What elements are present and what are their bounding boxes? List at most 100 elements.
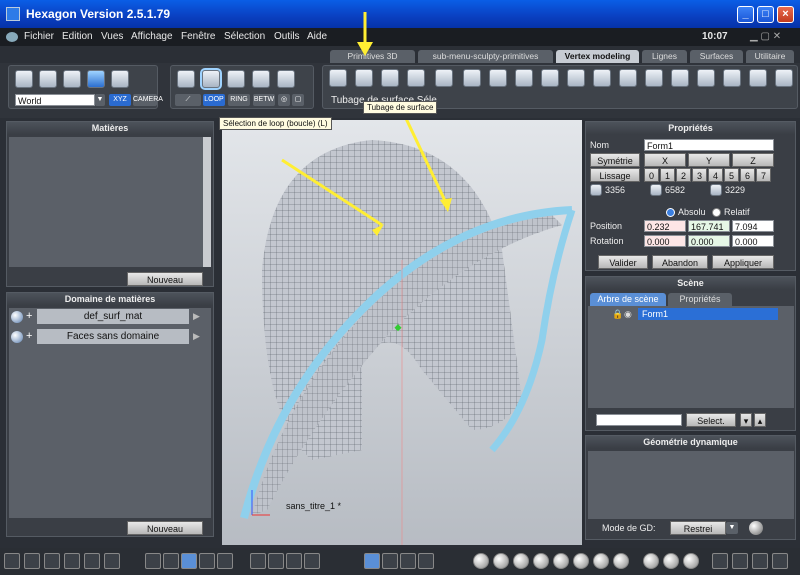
tool-10-icon[interactable] <box>567 69 585 87</box>
validate-button[interactable]: Valider <box>598 255 648 269</box>
rotation-x[interactable]: 0.000 <box>644 235 686 247</box>
gd-mode-select[interactable]: Restrei <box>670 521 726 535</box>
menu-affichage[interactable]: Affichage <box>131 31 173 42</box>
tool-3-icon[interactable] <box>381 69 399 87</box>
layout-1-icon[interactable] <box>4 553 20 569</box>
tool-4-icon[interactable] <box>407 69 425 87</box>
axis-z-button[interactable]: Z <box>732 153 774 167</box>
gd-sphere-icon[interactable] <box>749 521 763 535</box>
axis-y-button[interactable]: Y <box>688 153 730 167</box>
smooth-level-7[interactable]: 7 <box>756 168 771 182</box>
scene-up-icon[interactable]: ▴ <box>754 413 766 427</box>
3d-viewport[interactable]: Sélection de loop (boucle) (L) sans_titr… <box>219 109 582 545</box>
render-2-icon[interactable] <box>732 553 748 569</box>
chevron-down-icon[interactable]: ▼ <box>95 94 105 106</box>
smooth-level-5[interactable]: 5 <box>724 168 739 182</box>
minimize-button[interactable]: _ <box>737 6 754 23</box>
wire-icon[interactable] <box>217 553 233 569</box>
select-vertex-icon[interactable] <box>252 70 270 88</box>
shading-6-icon[interactable] <box>573 553 589 569</box>
layout-3-icon[interactable] <box>44 553 60 569</box>
tool-13-icon[interactable] <box>645 69 663 87</box>
tool-18-icon[interactable] <box>775 69 793 87</box>
shading-7-icon[interactable] <box>593 553 609 569</box>
name-field[interactable]: Form1 <box>644 139 774 151</box>
light-1-icon[interactable] <box>643 553 659 569</box>
grow-select-icon[interactable]: ◎ <box>278 94 290 106</box>
tool-17-icon[interactable] <box>749 69 767 87</box>
zoom-icon[interactable] <box>304 553 320 569</box>
menu-vues[interactable]: Vues <box>101 31 123 42</box>
domain-arrow-icon[interactable]: ▶ <box>193 331 200 342</box>
scene-item-form1[interactable]: Form1 <box>638 308 778 320</box>
lock-icon[interactable]: 🔒 <box>612 309 623 319</box>
tab-surfaces[interactable]: Surfaces <box>690 50 743 63</box>
pan-icon[interactable] <box>286 553 302 569</box>
shading-4-icon[interactable] <box>533 553 549 569</box>
render-1-icon[interactable] <box>712 553 728 569</box>
materials-new-button[interactable]: Nouveau <box>127 272 203 286</box>
position-y[interactable]: 167.741 <box>688 220 730 232</box>
position-z[interactable]: 7.094 <box>732 220 774 232</box>
grid-toggle-icon[interactable] <box>181 553 197 569</box>
shading-5-icon[interactable] <box>553 553 569 569</box>
window-controls[interactable]: ▁ ▢ ✕ <box>750 31 781 42</box>
snap-icon[interactable] <box>163 553 179 569</box>
shading-8-icon[interactable] <box>613 553 629 569</box>
menu-outils[interactable]: Outils <box>274 31 300 42</box>
shading-2-icon[interactable] <box>493 553 509 569</box>
domain-arrow-icon[interactable]: ▶ <box>193 311 200 322</box>
view-icon[interactable] <box>199 553 215 569</box>
rotate-icon[interactable] <box>39 70 57 88</box>
menu-edition[interactable]: Edition <box>62 31 93 42</box>
render-4-icon[interactable] <box>772 553 788 569</box>
smooth-level-3[interactable]: 3 <box>692 168 707 182</box>
tool-1-icon[interactable] <box>329 69 347 87</box>
smooth-level-6[interactable]: 6 <box>740 168 755 182</box>
tab-scene-properties[interactable]: Propriétés <box>668 293 732 306</box>
light-2-icon[interactable] <box>663 553 679 569</box>
ring-button[interactable]: RING <box>228 94 250 106</box>
domain-row-def-surf-mat[interactable]: def_surf_mat <box>37 309 189 324</box>
axis-x-button[interactable]: X <box>644 153 686 167</box>
between-button[interactable]: BETW <box>253 94 275 106</box>
rotation-y[interactable]: 0.000 <box>688 235 730 247</box>
app-menu-icon[interactable] <box>6 32 18 42</box>
tool-11-icon[interactable] <box>593 69 611 87</box>
menu-aide[interactable]: Aide <box>307 31 327 42</box>
domain-expand-icon[interactable]: + <box>26 310 32 322</box>
loop-button[interactable]: LOOP <box>203 94 225 106</box>
apply-button[interactable]: Appliquer <box>712 255 774 269</box>
select-edge-icon[interactable] <box>227 70 245 88</box>
paint-select-icon[interactable]: ⟋ <box>175 94 201 106</box>
domain-row-faces-sans-domaine[interactable]: Faces sans domaine <box>37 329 189 344</box>
materials-scrollbar[interactable] <box>203 137 211 267</box>
tool-9-icon[interactable] <box>541 69 559 87</box>
axis-widget-icon[interactable] <box>364 553 380 569</box>
menu-fichier[interactable]: Fichier <box>24 31 54 42</box>
select-object-icon[interactable] <box>177 70 195 88</box>
tool-12-icon[interactable] <box>619 69 637 87</box>
target-icon[interactable] <box>268 553 284 569</box>
ghost-icon[interactable] <box>111 70 129 88</box>
tool-7-icon[interactable] <box>489 69 507 87</box>
tool-8-icon[interactable] <box>515 69 533 87</box>
coord-system-select[interactable]: World <box>15 94 95 106</box>
layout-5-icon[interactable] <box>84 553 100 569</box>
tool-15-icon[interactable] <box>697 69 715 87</box>
tool-5-icon[interactable] <box>435 69 453 87</box>
relative-radio[interactable] <box>712 208 721 217</box>
absolute-radio[interactable] <box>666 208 675 217</box>
select-arrow-icon[interactable] <box>15 70 33 88</box>
scene-down-icon[interactable]: ▾ <box>740 413 752 427</box>
xyz-button[interactable]: XYZ <box>109 94 131 106</box>
tool-6-icon[interactable] <box>463 69 481 87</box>
tool-y-icon[interactable] <box>400 553 416 569</box>
layout-2-icon[interactable] <box>24 553 40 569</box>
tool-16-icon[interactable] <box>723 69 741 87</box>
layout-6-icon[interactable] <box>104 553 120 569</box>
select-auto-icon[interactable] <box>277 70 295 88</box>
sphere-icon[interactable] <box>87 70 105 88</box>
domain-expand-icon[interactable]: + <box>26 330 32 342</box>
chevron-down-icon[interactable]: ▼ <box>726 522 738 534</box>
